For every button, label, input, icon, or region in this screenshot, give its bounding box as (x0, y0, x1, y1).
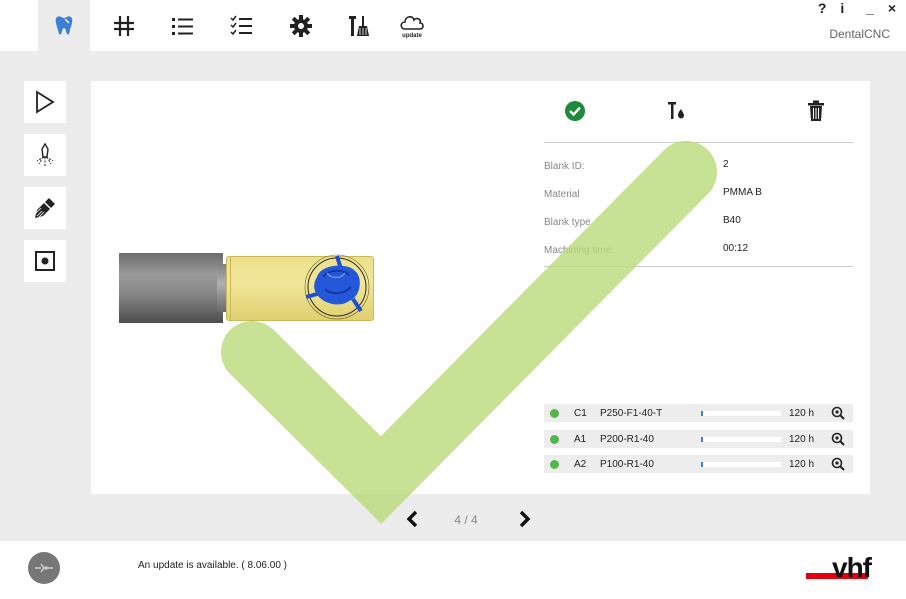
blank-type-value: B40 (723, 215, 741, 226)
crosshair-icon (114, 15, 134, 36)
tool-locate-button[interactable] (831, 406, 845, 423)
material-value: PMMA B (723, 187, 762, 198)
machining-time-label: Machining time: (544, 245, 615, 256)
status-footer: An update is available. ( 8.06.00 ) vhf (0, 541, 906, 599)
tool-position: C1 (574, 408, 587, 419)
tool-row[interactable]: A2 P100-R1-40 120 h (544, 455, 853, 473)
checklist-icon (230, 15, 252, 35)
spray-icon (36, 142, 54, 166)
tool-row[interactable]: A1 P200-R1-40 120 h (544, 430, 853, 448)
tool-life-bar (701, 462, 781, 467)
tool-position: A1 (574, 434, 587, 445)
tool-search-icon (831, 406, 845, 420)
connection-status-button[interactable] (28, 552, 60, 584)
connection-icon (35, 563, 53, 573)
tool-life-fill (701, 411, 703, 416)
tool-life-bar (701, 437, 781, 442)
check-circle-icon (565, 101, 585, 121)
next-page-button[interactable] (517, 510, 533, 533)
info-divider-top (544, 142, 853, 143)
page-indicator: 4 / 4 (454, 513, 478, 527)
previous-page-button[interactable] (404, 510, 420, 533)
sidebar-center-button[interactable] (24, 240, 66, 282)
machining-time-value: 00:12 (723, 243, 749, 254)
info-button[interactable]: i (840, 0, 846, 16)
vhf-logo: vhf (806, 552, 874, 583)
minimize-button[interactable]: _ (866, 0, 876, 16)
holder-edge (230, 257, 231, 319)
window-controls: ? i _ × (812, 0, 898, 16)
sidebar-start-button[interactable] (24, 81, 66, 123)
tool-position: A2 (574, 459, 587, 470)
tool-search-icon (831, 432, 845, 446)
blank-id-value: 2 (723, 159, 729, 170)
toolbar-settings-button[interactable] (275, 0, 327, 51)
cloud-update-icon (400, 15, 424, 30)
tool-liquid-button[interactable] (664, 99, 688, 123)
update-label: update (402, 33, 422, 39)
toolbar-checklist-button[interactable] (216, 0, 268, 51)
tool-status-dot (550, 409, 559, 418)
play-icon (36, 90, 55, 114)
sidebar-brush-button[interactable] (24, 187, 66, 229)
tool-name: P250-F1-40-T (600, 408, 663, 419)
top-toolbar: update ? i _ × DentalCNC (0, 0, 906, 51)
tool-life-fill (701, 462, 703, 467)
tool-row[interactable]: C1 P250-F1-40-T 120 h (544, 404, 853, 422)
toolbar-crosshair-button[interactable] (98, 0, 150, 51)
tool-life-bar (701, 411, 781, 416)
tool-life-fill (701, 437, 703, 442)
tool-name: P100-R1-40 (600, 459, 654, 470)
sidebar-spray-button[interactable] (24, 134, 66, 176)
close-button[interactable]: × (888, 0, 898, 16)
tool-status-dot (550, 460, 559, 469)
target-square-icon (35, 251, 55, 271)
toolbar-tools-button[interactable] (335, 0, 387, 51)
tool-life: 120 h (789, 434, 815, 445)
tool-life: 120 h (789, 459, 815, 470)
app-title: DentalCNC (829, 27, 890, 41)
material-label: Material (544, 189, 580, 200)
list-icon (172, 17, 193, 35)
blank-type-label: Blank type (544, 217, 591, 228)
tool-status-dot (550, 435, 559, 444)
spindle-shaft (119, 253, 223, 323)
info-divider-bottom (544, 266, 853, 267)
tools-icon (349, 15, 369, 36)
tool-search-icon (831, 457, 845, 471)
chevron-left-icon (406, 510, 418, 528)
toolbar-tooth-button[interactable] (38, 0, 90, 51)
tool-drop-icon (668, 102, 684, 119)
main-panel: Blank ID: 2 Material PMMA B Blank type B… (91, 81, 870, 494)
confirm-button[interactable] (563, 99, 587, 123)
tool-locate-button[interactable] (831, 432, 845, 449)
dental-part-icon (304, 254, 370, 320)
tool-life: 120 h (789, 408, 815, 419)
trash-icon (808, 100, 824, 121)
toolbar-update-button[interactable]: update (386, 0, 438, 51)
tooth-icon (55, 15, 73, 35)
brush-icon (35, 198, 55, 218)
blank-id-label: Blank ID: (544, 161, 585, 172)
chevron-right-icon (519, 510, 531, 528)
tool-name: P200-R1-40 (600, 434, 654, 445)
tool-locate-button[interactable] (831, 457, 845, 474)
delete-button[interactable] (804, 99, 828, 123)
gear-icon (290, 14, 312, 37)
toolbar-list-button[interactable] (157, 0, 209, 51)
help-button[interactable]: ? (818, 0, 829, 16)
logo-text: vhf (832, 552, 873, 583)
update-message: An update is available. ( 8.06.00 ) (138, 560, 287, 571)
